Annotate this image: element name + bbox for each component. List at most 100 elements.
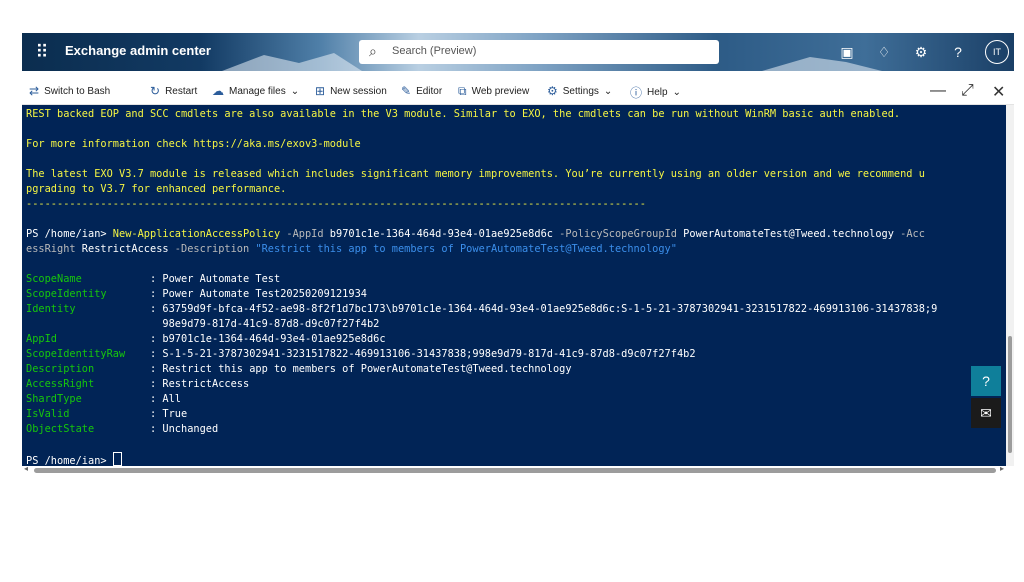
output-key: ShardType xyxy=(26,393,82,405)
output-row: ShardType: All xyxy=(26,392,181,407)
output-row: AccessRight: RestrictAccess xyxy=(26,377,249,392)
switch-icon: ⇄ xyxy=(29,84,40,98)
search-icon: ⌕ xyxy=(369,43,377,59)
restart-button[interactable]: ↻ Restart xyxy=(150,84,197,98)
text-cursor xyxy=(112,452,122,466)
chevron-down-icon: ⌄ xyxy=(672,87,681,98)
output-value: Restrict this app to members of PowerAut… xyxy=(162,363,572,375)
output-value: Power Automate Test xyxy=(162,273,281,285)
banner-mountain-art xyxy=(222,53,362,71)
chevron-down-icon: ⌄ xyxy=(603,85,613,97)
minimize-icon[interactable]: — xyxy=(930,82,946,100)
banner-mountain-art-right xyxy=(762,57,882,71)
help-button[interactable]: ⓘ Help ⌄ xyxy=(630,84,681,101)
copilot-help-icon[interactable]: ? xyxy=(971,366,1001,396)
scroll-left-arrow-icon[interactable]: ◂ xyxy=(24,464,28,473)
output-row: ScopeIdentity: Power Automate Test202502… xyxy=(26,287,367,302)
output-key: ObjectState xyxy=(26,423,95,435)
switch-to-bash-button[interactable]: ⇄ Switch to Bash xyxy=(29,84,110,98)
restart-icon: ↻ xyxy=(150,84,161,98)
output-value: S-1-5-21-3787302941-3231517822-469913106… xyxy=(162,348,696,360)
param-value: PowerAutomateTest@Tweed.technology xyxy=(683,228,894,240)
new-session-icon: ⊞ xyxy=(315,84,326,98)
restart-label: Restart xyxy=(165,85,198,97)
output-separator: : xyxy=(150,303,163,315)
terminal-output[interactable]: REST backed EOP and SCC cmdlets are also… xyxy=(22,105,1006,466)
output-separator xyxy=(150,318,162,330)
output-key: IsValid xyxy=(26,408,70,420)
help-icon[interactable]: ? xyxy=(948,42,968,62)
output-key: ScopeIdentity xyxy=(26,288,107,300)
output-separator: : xyxy=(150,423,163,435)
notifications-icon[interactable]: ♢ xyxy=(874,42,894,62)
cloud-shell-icon[interactable]: ▣ xyxy=(837,42,857,62)
scroll-right-arrow-icon[interactable]: ▸ xyxy=(1000,464,1004,473)
param: -AppId xyxy=(280,228,330,240)
output-value: 98e9d79-817d-41c9-87d8-d9c07f27f4b2 xyxy=(162,318,380,330)
output-row: ScopeIdentityRaw: S-1-5-21-3787302941-32… xyxy=(26,347,696,362)
chevron-down-icon: ⌄ xyxy=(290,85,300,97)
pencil-icon: ✎ xyxy=(401,84,412,98)
output-separator: : xyxy=(150,408,163,420)
output-key: ScopeName xyxy=(26,273,82,285)
settings-button[interactable]: ⚙ Settings ⌄ xyxy=(547,84,612,98)
app-launcher-icon[interactable]: ⠿ xyxy=(32,42,52,62)
param-value: b9701c1e-1364-464d-93e4-01ae925e8d6c xyxy=(329,228,553,240)
output-key: AccessRight xyxy=(26,378,95,390)
gear-icon: ⚙ xyxy=(547,84,558,98)
help-label: Help xyxy=(647,87,668,98)
param: essRight xyxy=(26,243,82,255)
manage-files-label: Manage files xyxy=(229,85,286,97)
terminal-line: The latest EXO V3.7 module is released w… xyxy=(26,168,925,180)
output-separator: : xyxy=(150,348,163,360)
maximize-icon[interactable]: ⤢ xyxy=(961,82,974,100)
search-box[interactable]: ⌕ Search (Preview) xyxy=(359,40,719,64)
horizontal-scroll-thumb[interactable] xyxy=(34,468,996,473)
output-key: ScopeIdentityRaw xyxy=(26,348,126,360)
new-session-label: New session xyxy=(330,85,387,97)
output-key: AppId xyxy=(26,333,57,345)
command-line-cont: essRight RestrictAccess -Description "Re… xyxy=(26,242,677,257)
vertical-scroll-thumb[interactable] xyxy=(1008,336,1012,453)
output-separator: : xyxy=(150,393,163,405)
web-preview-icon: ⧉ xyxy=(458,84,467,98)
output-row: ScopeName: Power Automate Test xyxy=(26,272,280,287)
output-value: b9701c1e-1364-464d-93e4-01ae925e8d6c xyxy=(162,333,386,345)
param-value: "Restrict this app to members of PowerAu… xyxy=(255,243,677,255)
avatar[interactable]: IT xyxy=(985,40,1009,64)
final-prompt-line[interactable]: PS /home/ian> xyxy=(26,452,122,466)
prompt: PS /home/ian> xyxy=(26,455,113,466)
output-key: Identity xyxy=(26,303,76,315)
param: -Acc xyxy=(893,228,925,240)
editor-button[interactable]: ✎ Editor xyxy=(401,84,442,98)
output-value: Unchanged xyxy=(162,423,219,435)
output-separator: : xyxy=(150,363,163,375)
settings-gear-icon[interactable]: ⚙ xyxy=(911,42,931,62)
feedback-icon[interactable]: ✉ xyxy=(971,398,1001,428)
app-title[interactable]: Exchange admin center xyxy=(65,43,211,58)
output-key: Description xyxy=(26,363,95,375)
terminal-line: pgrading to V3.7 for enhanced performanc… xyxy=(26,183,287,195)
settings-label: Settings xyxy=(562,85,599,97)
terminal-line: For more information check https://aka.m… xyxy=(26,138,361,150)
output-value: 63759d9f-bfca-4f52-ae98-8f2f1d7bc173\b97… xyxy=(162,303,938,315)
output-separator: : xyxy=(150,288,163,300)
search-placeholder: Search (Preview) xyxy=(392,45,477,57)
output-value: RestrictAccess xyxy=(162,378,250,390)
cloud-shell-toolbar: ⇄ Switch to Bash ↻ Restart ☁ Manage file… xyxy=(22,80,1014,105)
output-value: Power Automate Test20250209121934 xyxy=(162,288,367,300)
prompt: PS /home/ian> xyxy=(26,228,113,240)
manage-files-button[interactable]: ☁ Manage files ⌄ xyxy=(212,84,299,98)
close-icon[interactable]: ✕ xyxy=(992,82,1005,102)
output-separator: : xyxy=(150,378,163,390)
terminal-line: REST backed EOP and SCC cmdlets are also… xyxy=(26,108,901,120)
new-session-button[interactable]: ⊞ New session xyxy=(315,84,387,98)
output-row: IsValid: True xyxy=(26,407,187,422)
web-preview-button[interactable]: ⧉ Web preview xyxy=(458,84,529,99)
output-value: True xyxy=(162,408,188,420)
switch-to-bash-label: Switch to Bash xyxy=(44,85,111,97)
top-banner: ⠿ Exchange admin center ⌕ Search (Previe… xyxy=(22,33,1014,71)
web-preview-label: Web preview xyxy=(471,86,530,97)
cloud-upload-icon: ☁ xyxy=(212,84,224,98)
output-separator: : xyxy=(150,333,163,345)
